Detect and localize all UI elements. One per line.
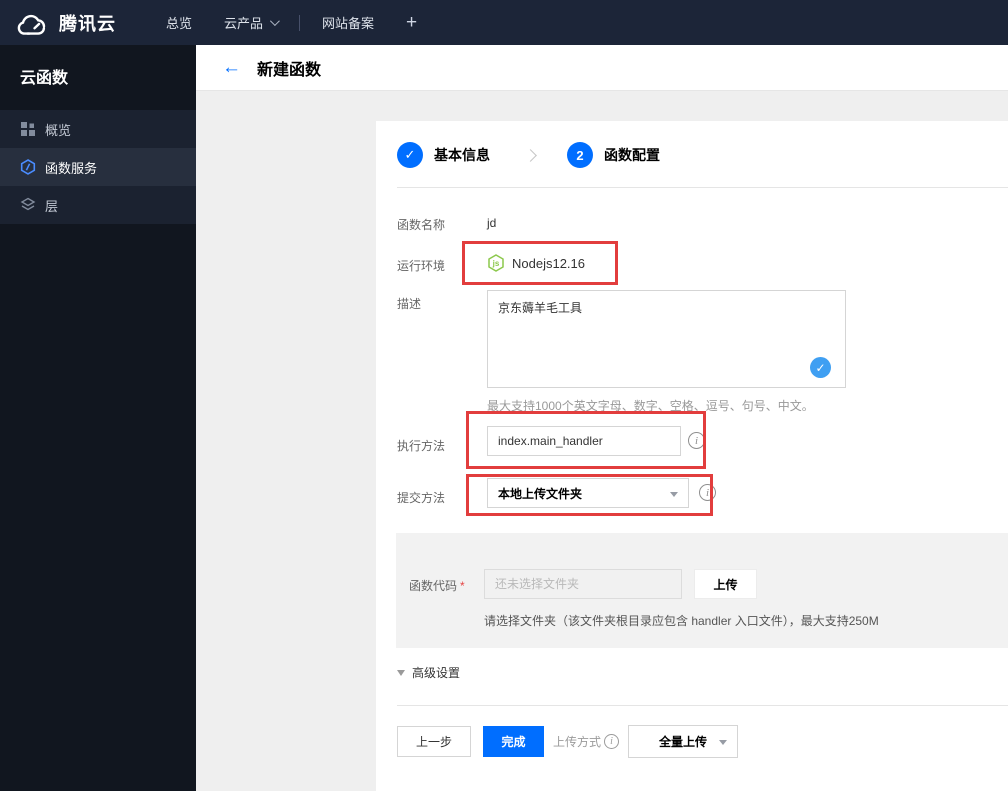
upload-button[interactable]: 上传: [694, 569, 757, 599]
submit-method-value: 本地上传文件夹: [498, 486, 583, 501]
function-code-section: 函数代码* 上传 请选择文件夹（该文件夹根目录应包含 handler 入口文件）…: [396, 533, 1008, 648]
tencent-cloud-logo[interactable]: 腾讯云: [0, 10, 116, 36]
function-code-hint: 请选择文件夹（该文件夹根目录应包含 handler 入口文件），最大支持250M: [484, 614, 879, 628]
annotation-box-runtime: js Nodejs12.16: [462, 241, 618, 285]
handler-info-icon[interactable]: i: [688, 432, 705, 449]
nav-divider: [299, 14, 301, 31]
upload-mode-label: 上传方式 i: [553, 733, 620, 750]
page-title: 新建函数: [257, 61, 322, 79]
scf-hexagon-icon: [20, 159, 36, 175]
brand-name: 腾讯云: [59, 13, 116, 34]
sidebar-item-label: 函数服务: [45, 160, 98, 176]
description-hint: 最大支持1000个英文字母、数字、空格、逗号、句号、中文。: [487, 399, 814, 413]
step1-label: 基本信息: [434, 147, 490, 163]
nav-item-beian[interactable]: 网站备案: [306, 0, 390, 45]
cloud-logo-icon: [14, 10, 50, 36]
step-indicator: ✓ 基本信息 2 函数配置: [397, 142, 660, 168]
advanced-settings-toggle[interactable]: 高级设置: [397, 664, 460, 681]
handler-label: 执行方法: [397, 439, 446, 453]
submit-method-select[interactable]: 本地上传文件夹: [487, 478, 689, 508]
sidebar: 云函数 概览 函数服务 层: [0, 45, 196, 791]
sidebar-item-label: 概览: [45, 122, 72, 138]
sidebar-title: 云函数: [20, 70, 69, 87]
divider: [397, 187, 1008, 188]
previous-step-button[interactable]: 上一步: [397, 726, 471, 757]
nav-item-products[interactable]: 云产品: [208, 0, 293, 45]
nav-item-overview[interactable]: 总览: [150, 0, 208, 45]
sidebar-item-label: 层: [45, 198, 59, 214]
select-caret-icon: [670, 492, 678, 497]
step-chevron-icon: [524, 148, 537, 162]
runtime-value: Nodejs12.16: [512, 255, 585, 271]
function-code-label: 函数代码 *: [409, 579, 465, 593]
chevron-down-icon: [269, 16, 280, 27]
upload-mode-info-icon[interactable]: i: [604, 734, 620, 749]
add-tab-button[interactable]: +: [390, 12, 433, 34]
layers-icon: [20, 197, 36, 213]
description-textarea[interactable]: 京东薅羊毛工具: [487, 290, 846, 388]
valid-check-badge: ✓: [810, 357, 831, 378]
divider: [397, 705, 1008, 706]
step1-check-icon: ✓: [397, 142, 423, 168]
submit-method-label: 提交方法: [397, 491, 446, 505]
function-name-value: jd: [487, 216, 497, 230]
dashboard-grid-icon: [20, 121, 36, 137]
sidebar-item-layers[interactable]: 层: [0, 186, 196, 224]
upload-mode-select[interactable]: 全量上传: [628, 725, 738, 758]
sidebar-item-overview[interactable]: 概览: [0, 110, 196, 148]
step2-number: 2: [567, 142, 593, 168]
runtime-label: 运行环境: [397, 259, 446, 273]
back-arrow-icon[interactable]: ←: [222, 58, 241, 77]
upload-mode-value: 全量上传: [658, 735, 707, 749]
content-area: ✓ 基本信息 2 函数配置 函数名称 jd 运行环境 js Nodejs12.1…: [196, 91, 1008, 791]
nodejs-icon: js: [487, 254, 505, 272]
advanced-settings-label: 高级设置: [412, 666, 461, 680]
select-caret-icon: [719, 740, 727, 745]
folder-path-input[interactable]: [484, 569, 682, 599]
new-function-card: ✓ 基本信息 2 函数配置 函数名称 jd 运行环境 js Nodejs12.1…: [376, 121, 1008, 791]
description-label: 描述: [397, 297, 422, 311]
required-asterisk: *: [460, 579, 465, 593]
finish-button[interactable]: 完成: [483, 726, 544, 757]
handler-input[interactable]: [487, 426, 681, 456]
svg-text:js: js: [492, 259, 500, 268]
sidebar-item-function-service[interactable]: 函数服务: [0, 148, 196, 186]
submit-method-info-icon[interactable]: i: [699, 484, 716, 501]
page-header: ← 新建函数: [196, 45, 1008, 91]
top-nav-items: 总览 云产品 网站备案 +: [150, 0, 433, 45]
step2-label: 函数配置: [604, 147, 660, 163]
sidebar-menu: 概览 函数服务 层: [0, 110, 196, 224]
top-nav: 腾讯云 总览 云产品 网站备案 +: [0, 0, 1008, 45]
function-name-label: 函数名称: [397, 218, 446, 232]
triangle-down-icon: [397, 669, 405, 676]
